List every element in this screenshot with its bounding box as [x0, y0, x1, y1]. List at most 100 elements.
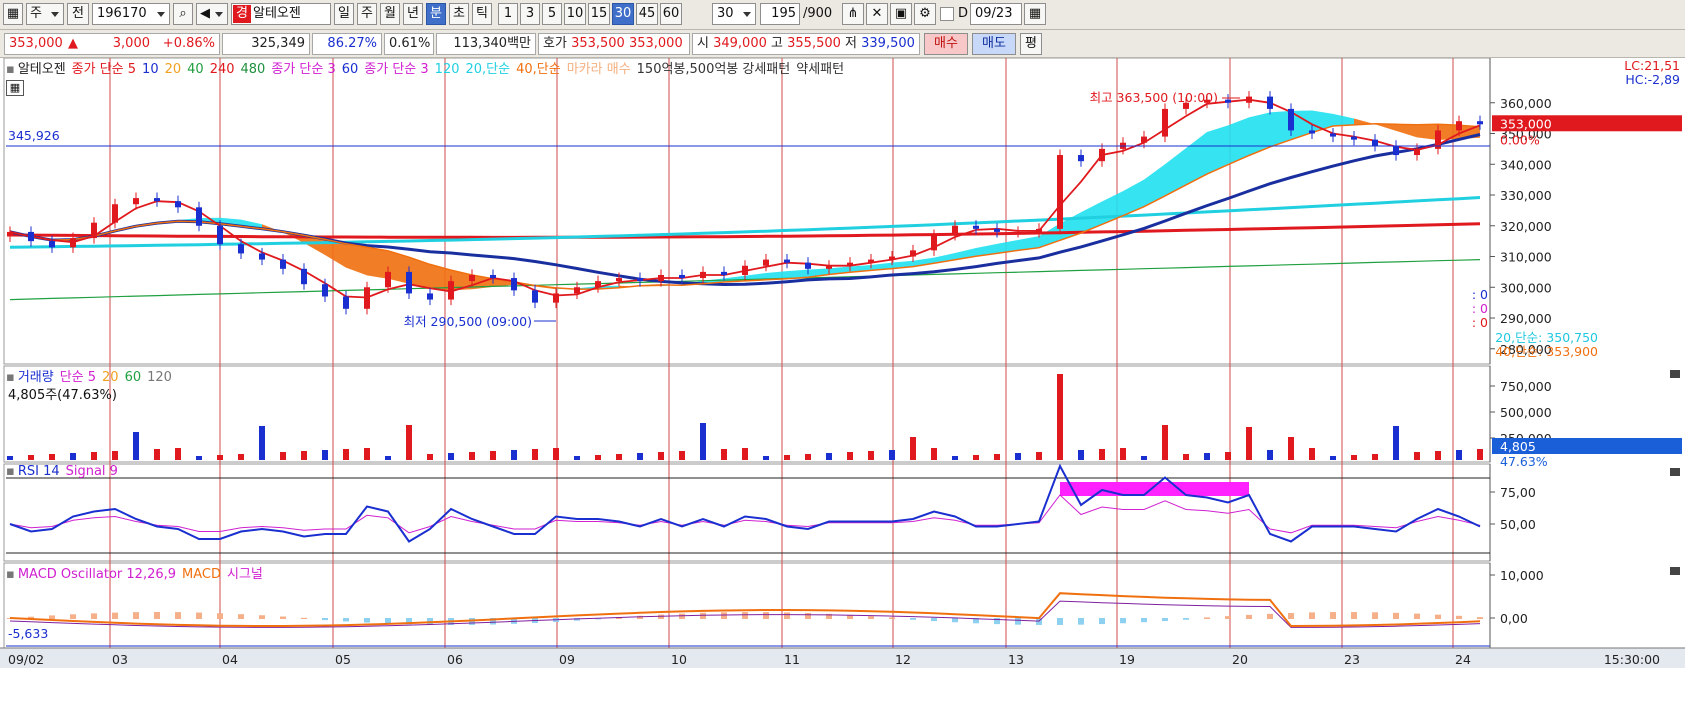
period-tab-3[interactable]: 년 — [403, 3, 423, 25]
volume-bar — [49, 454, 55, 460]
zero-label: : 0 — [1472, 315, 1488, 330]
price-legend-item-13: 마카라 매수 — [566, 62, 631, 77]
crosshair-icon[interactable]: ✕ — [866, 3, 888, 25]
macd-histogram-bar — [1057, 618, 1063, 625]
interval-tab-5[interactable]: 5 — [542, 3, 562, 25]
gear-icon[interactable]: ⚙ — [914, 3, 936, 25]
date-label: 05 — [335, 652, 351, 667]
macd-histogram-bar — [679, 613, 685, 619]
price-tick-label: 340,000 — [1500, 157, 1552, 172]
volume-bar — [595, 455, 601, 460]
volume-bar — [175, 448, 181, 460]
change-pct: +0.86% — [154, 33, 220, 55]
period-tab-4[interactable]: 분 — [426, 3, 446, 25]
candle-body — [196, 207, 202, 226]
ma-cloud — [1186, 131, 1207, 185]
calendar-icon[interactable]: ▦ — [1024, 3, 1046, 25]
candle-body — [1393, 145, 1399, 156]
speaker-icon[interactable]: ◀ — [196, 3, 228, 25]
volume-bar — [574, 456, 580, 460]
period-tab-2[interactable]: 월 — [380, 3, 400, 25]
sell-button[interactable]: 매도 — [972, 33, 1016, 55]
volume-bar — [1141, 456, 1147, 460]
candle-body — [889, 256, 895, 260]
panel-minimize-icon — [1670, 468, 1680, 476]
stock-code-input[interactable]: 196170 — [92, 3, 170, 25]
candle-body — [238, 244, 244, 254]
candle-body — [49, 241, 55, 248]
volume-bar — [1225, 452, 1231, 460]
candle-body — [1414, 148, 1420, 156]
candle-body — [28, 231, 34, 242]
period-tab-1[interactable]: 주 — [357, 3, 377, 25]
volume-bar — [658, 452, 664, 460]
macd-histogram-bar — [1477, 617, 1483, 619]
search-icon[interactable]: ⌕ — [173, 3, 193, 25]
chart-area[interactable]: 09/02 03 04 05 06 09 10 11 12 13 19 20 23 24 15:30:00 3… — [0, 57, 1685, 718]
date-label: 24 — [1455, 652, 1471, 667]
macd-histogram-bar — [322, 618, 328, 621]
volume-bar — [1204, 453, 1210, 460]
volume-bar — [1015, 453, 1021, 460]
high-label: 고 — [771, 36, 783, 51]
avg-button[interactable]: 평 — [1020, 33, 1042, 55]
period-tab-5[interactable]: 초 — [449, 3, 469, 25]
macd-histogram-bar — [952, 618, 958, 623]
macd-histogram-bar — [1372, 612, 1378, 619]
candle-body — [1288, 108, 1294, 131]
candle-body — [301, 268, 307, 285]
macd-histogram-bar — [1183, 618, 1189, 620]
ohl-box: 시 349,000 고 355,500 저 339,500 — [692, 33, 920, 55]
candle-body — [406, 271, 412, 294]
interval-tab-1[interactable]: 1 — [498, 3, 518, 25]
interval-tab-30[interactable]: 30 — [612, 3, 634, 25]
layout-icon[interactable]: ▦ — [3, 3, 23, 25]
interval-tab-3[interactable]: 3 — [520, 3, 540, 25]
candle-type-icon[interactable]: ⋔ — [842, 3, 864, 25]
ma-cloud — [1249, 112, 1270, 156]
ma-cloud — [1165, 148, 1186, 196]
macd-histogram-bar — [1435, 614, 1441, 619]
zero-label: : 0 — [1472, 301, 1488, 316]
volume-bar — [1372, 454, 1378, 460]
d-checkbox[interactable] — [940, 7, 954, 21]
macd-histogram-bar — [385, 618, 391, 624]
stock-name-field[interactable]: 경 알테오젠 — [231, 3, 331, 25]
interval-tab-15[interactable]: 15 — [588, 3, 610, 25]
buy-button[interactable]: 매수 — [924, 33, 968, 55]
count-input[interactable]: 195 — [760, 3, 800, 25]
date-input[interactable]: 09/23 — [970, 3, 1022, 25]
macd-histogram-bar — [1141, 618, 1147, 623]
volume-bar — [721, 449, 727, 460]
date-label: 10 — [671, 652, 687, 667]
table-icon[interactable]: ▦ — [6, 80, 24, 96]
volume-legend: ▪ 거래량 단순 5 20 60 120 — [6, 366, 178, 385]
macd-histogram-bar — [1456, 615, 1462, 619]
stock-chart[interactable]: 09/02 03 04 05 06 09 10 11 12 13 19 20 23 24 15:30:00 3… — [0, 57, 1685, 718]
candle-body — [154, 198, 160, 202]
macd-histogram-bar — [280, 616, 286, 619]
volume-bar — [931, 448, 937, 460]
volume-bar — [301, 451, 307, 460]
macd-line — [9, 592, 1481, 628]
price-legend-item-0: 알테오젠 — [17, 62, 66, 77]
save-icon[interactable]: ▣ — [890, 3, 912, 25]
volume-bar — [1435, 451, 1441, 460]
ma-cloud — [1396, 124, 1417, 138]
interval-tab-60[interactable]: 60 — [660, 3, 682, 25]
interval-select[interactable]: 30 — [712, 3, 756, 25]
candle-body — [574, 287, 580, 294]
period-tab-6[interactable]: 틱 — [472, 3, 492, 25]
volume-bar — [7, 456, 13, 460]
prev-button[interactable]: 전 — [67, 3, 89, 25]
macd-histogram-bar — [658, 614, 664, 619]
price-legend-item-15: 약세패턴 — [796, 62, 845, 77]
interval-tab-10[interactable]: 10 — [564, 3, 586, 25]
candle-body — [511, 278, 517, 291]
date-label: 20 — [1232, 652, 1248, 667]
volume-bar — [805, 454, 811, 460]
reference-line-label: 345,926 — [8, 128, 60, 143]
interval-tab-45[interactable]: 45 — [636, 3, 658, 25]
market-select[interactable]: 주 — [26, 3, 64, 25]
period-tab-0[interactable]: 일 — [334, 3, 354, 25]
